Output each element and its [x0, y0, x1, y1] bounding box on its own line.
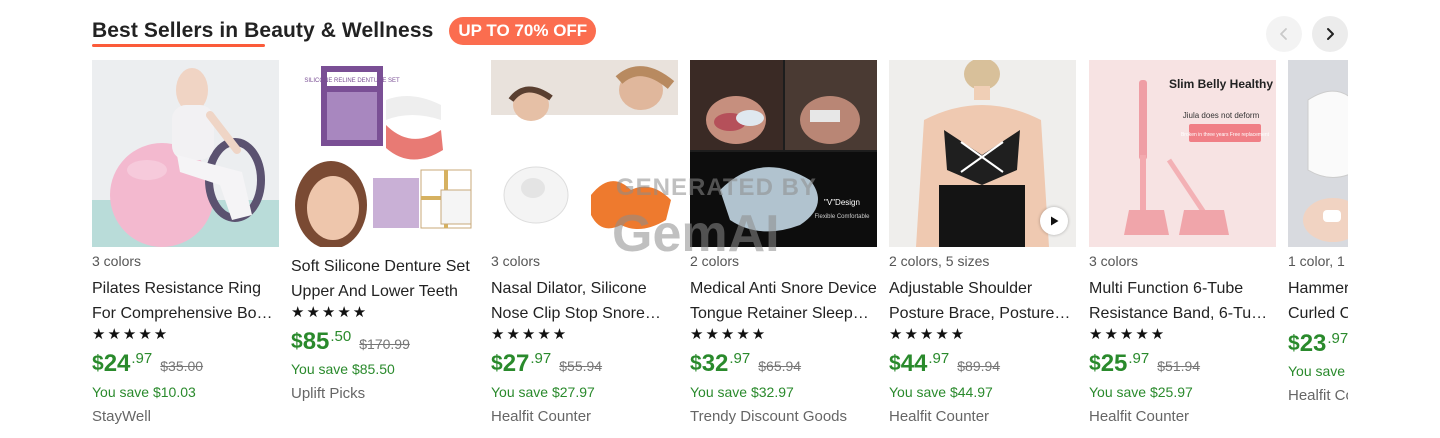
price-integer: 27	[502, 350, 530, 377]
store-name[interactable]: Healfit Counter	[889, 408, 989, 425]
rating-stars: ★★★★★	[291, 304, 369, 321]
product-name[interactable]: Pilates Resistance Ring For Comprehensiv…	[92, 276, 279, 326]
store-name[interactable]: Trendy Discount Goods	[690, 408, 847, 425]
store-name[interactable]: Uplift Picks	[291, 385, 365, 402]
price-currency: $	[1089, 352, 1101, 375]
carousel-prev-button[interactable]	[1266, 16, 1302, 52]
savings-text: You save $85.50	[291, 361, 395, 377]
store-name[interactable]: StayWell	[92, 408, 151, 425]
original-price: $89.94	[957, 358, 1001, 374]
product-variants: 3 colors	[491, 253, 541, 269]
box-title-text: SILICONE RELINE DENTURE SET	[304, 78, 400, 84]
product-price: $ 27 .97 $55.94	[491, 351, 602, 381]
rating-stars: ★★★★★	[92, 326, 170, 343]
price-currency: $	[1288, 332, 1300, 355]
product-carousel: 3 colors Pilates Resistance Ring For Com…	[92, 60, 1348, 438]
product-price: $ 24 .97 $35.00	[92, 351, 203, 381]
savings-text: You save $32.97	[690, 384, 794, 400]
product-price: $ 25 .97 $51.94	[1089, 351, 1200, 381]
store-name[interactable]: Healfit Counter	[1288, 387, 1348, 404]
original-price: $51.94	[1157, 358, 1201, 374]
price-integer: 24	[103, 350, 131, 377]
play-icon	[1051, 216, 1059, 226]
product-variants: 3 colors	[1089, 253, 1139, 269]
product-card[interactable]: SILICONE RELINE DENTURE SET Soft Silicon…	[291, 60, 478, 438]
savings-text: You save $23.97	[1288, 363, 1348, 379]
price-integer: 23	[1299, 330, 1327, 357]
product-image[interactable]	[889, 60, 1076, 247]
product-variants: 2 colors	[690, 253, 740, 269]
rating-stars: ★★★★★	[1089, 326, 1167, 343]
price-currency: $	[690, 352, 702, 375]
price-decimal: .50	[330, 328, 352, 345]
price-integer: 32	[701, 350, 729, 377]
chevron-left-icon	[1280, 28, 1287, 40]
original-price: $35.00	[160, 358, 204, 374]
product-card[interactable]: Slim Belly Healthy Jiula does not deform…	[1089, 60, 1276, 438]
product-card[interactable]: "V"Design Flexible Comfortable 2 colors …	[690, 60, 877, 438]
store-name[interactable]: Healfit Counter	[1089, 408, 1189, 425]
price-decimal: .97	[530, 350, 552, 367]
section-header: Best Sellers in Beauty & Wellness UP TO …	[92, 14, 597, 48]
title-underline	[92, 44, 265, 47]
product-image[interactable]: SILICONE RELINE DENTURE SET	[291, 60, 478, 247]
store-name[interactable]: Healfit Counter	[491, 408, 591, 425]
banner-badge-text: Broken in three years Free replacement	[1181, 132, 1270, 138]
product-price: $ 85 .50 $170.99	[291, 329, 410, 359]
rating-stars: ★★★★★	[889, 326, 967, 343]
product-name[interactable]: Soft Silicone Denture Set Upper And Lowe…	[291, 254, 478, 304]
design-sub-text: Flexible Comfortable	[814, 214, 870, 220]
product-card[interactable]: 1 color, 1 size Hammer Toe Straightener …	[1288, 60, 1348, 438]
savings-text: You save $44.97	[889, 384, 993, 400]
banner-sub-text: Jiula does not deform	[1183, 111, 1260, 120]
product-variants: 1 color, 1 size	[1288, 253, 1348, 269]
original-price: $170.99	[359, 336, 410, 352]
savings-text: You save $25.97	[1089, 384, 1193, 400]
product-price: $ 32 .97 $65.94	[690, 351, 801, 381]
product-name[interactable]: Adjustable Shoulder Posture Brace, Postu…	[889, 276, 1076, 326]
product-image[interactable]	[1288, 60, 1348, 247]
product-name[interactable]: Hammer Toe Straightener Curled Corrector	[1288, 276, 1348, 326]
savings-text: You save $10.03	[92, 384, 196, 400]
product-card[interactable]: 3 colors Pilates Resistance Ring For Com…	[92, 60, 279, 438]
price-decimal: .97	[1327, 330, 1348, 347]
carousel-next-button[interactable]	[1312, 16, 1348, 52]
product-image[interactable]: Slim Belly Healthy Jiula does not deform…	[1089, 60, 1276, 247]
product-price: $ 23 .97	[1288, 331, 1348, 357]
product-image[interactable]: "V"Design Flexible Comfortable	[690, 60, 877, 247]
original-price: $65.94	[758, 358, 802, 374]
promo-badge[interactable]: UP TO 70% OFF	[449, 17, 597, 45]
product-card[interactable]: 2 colors, 5 sizes Adjustable Shoulder Po…	[889, 60, 1076, 438]
product-card[interactable]: 3 colors Nasal Dilator, Silicone Nose Cl…	[491, 60, 678, 438]
price-decimal: .97	[729, 350, 751, 367]
section-title: Best Sellers in Beauty & Wellness	[92, 19, 434, 42]
price-currency: $	[491, 352, 503, 375]
product-image[interactable]	[491, 60, 678, 247]
product-variants: 2 colors, 5 sizes	[889, 253, 990, 269]
product-name[interactable]: Medical Anti Snore Device Tongue Retaine…	[690, 276, 877, 326]
design-label-text: "V"Design	[824, 198, 860, 207]
video-play-button[interactable]	[1040, 207, 1068, 235]
price-currency: $	[92, 352, 104, 375]
original-price: $55.94	[559, 358, 603, 374]
price-integer: 25	[1100, 350, 1128, 377]
price-currency: $	[889, 352, 901, 375]
product-price: $ 44 .97 $89.94	[889, 351, 1000, 381]
product-name[interactable]: Multi Function 6-Tube Resistance Band, 6…	[1089, 276, 1276, 326]
price-decimal: .97	[1128, 350, 1150, 367]
price-integer: 85	[302, 328, 330, 355]
price-integer: 44	[900, 350, 928, 377]
banner-title-text: Slim Belly Healthy	[1169, 77, 1273, 91]
price-decimal: .97	[928, 350, 950, 367]
product-image[interactable]	[92, 60, 279, 247]
product-variants: 3 colors	[92, 253, 142, 269]
savings-text: You save $27.97	[491, 384, 595, 400]
chevron-right-icon	[1327, 28, 1334, 40]
price-currency: $	[291, 330, 303, 353]
rating-stars: ★★★★★	[690, 326, 768, 343]
rating-stars: ★★★★★	[491, 326, 569, 343]
price-decimal: .97	[131, 350, 153, 367]
product-name[interactable]: Nasal Dilator, Silicone Nose Clip Stop S…	[491, 276, 678, 326]
